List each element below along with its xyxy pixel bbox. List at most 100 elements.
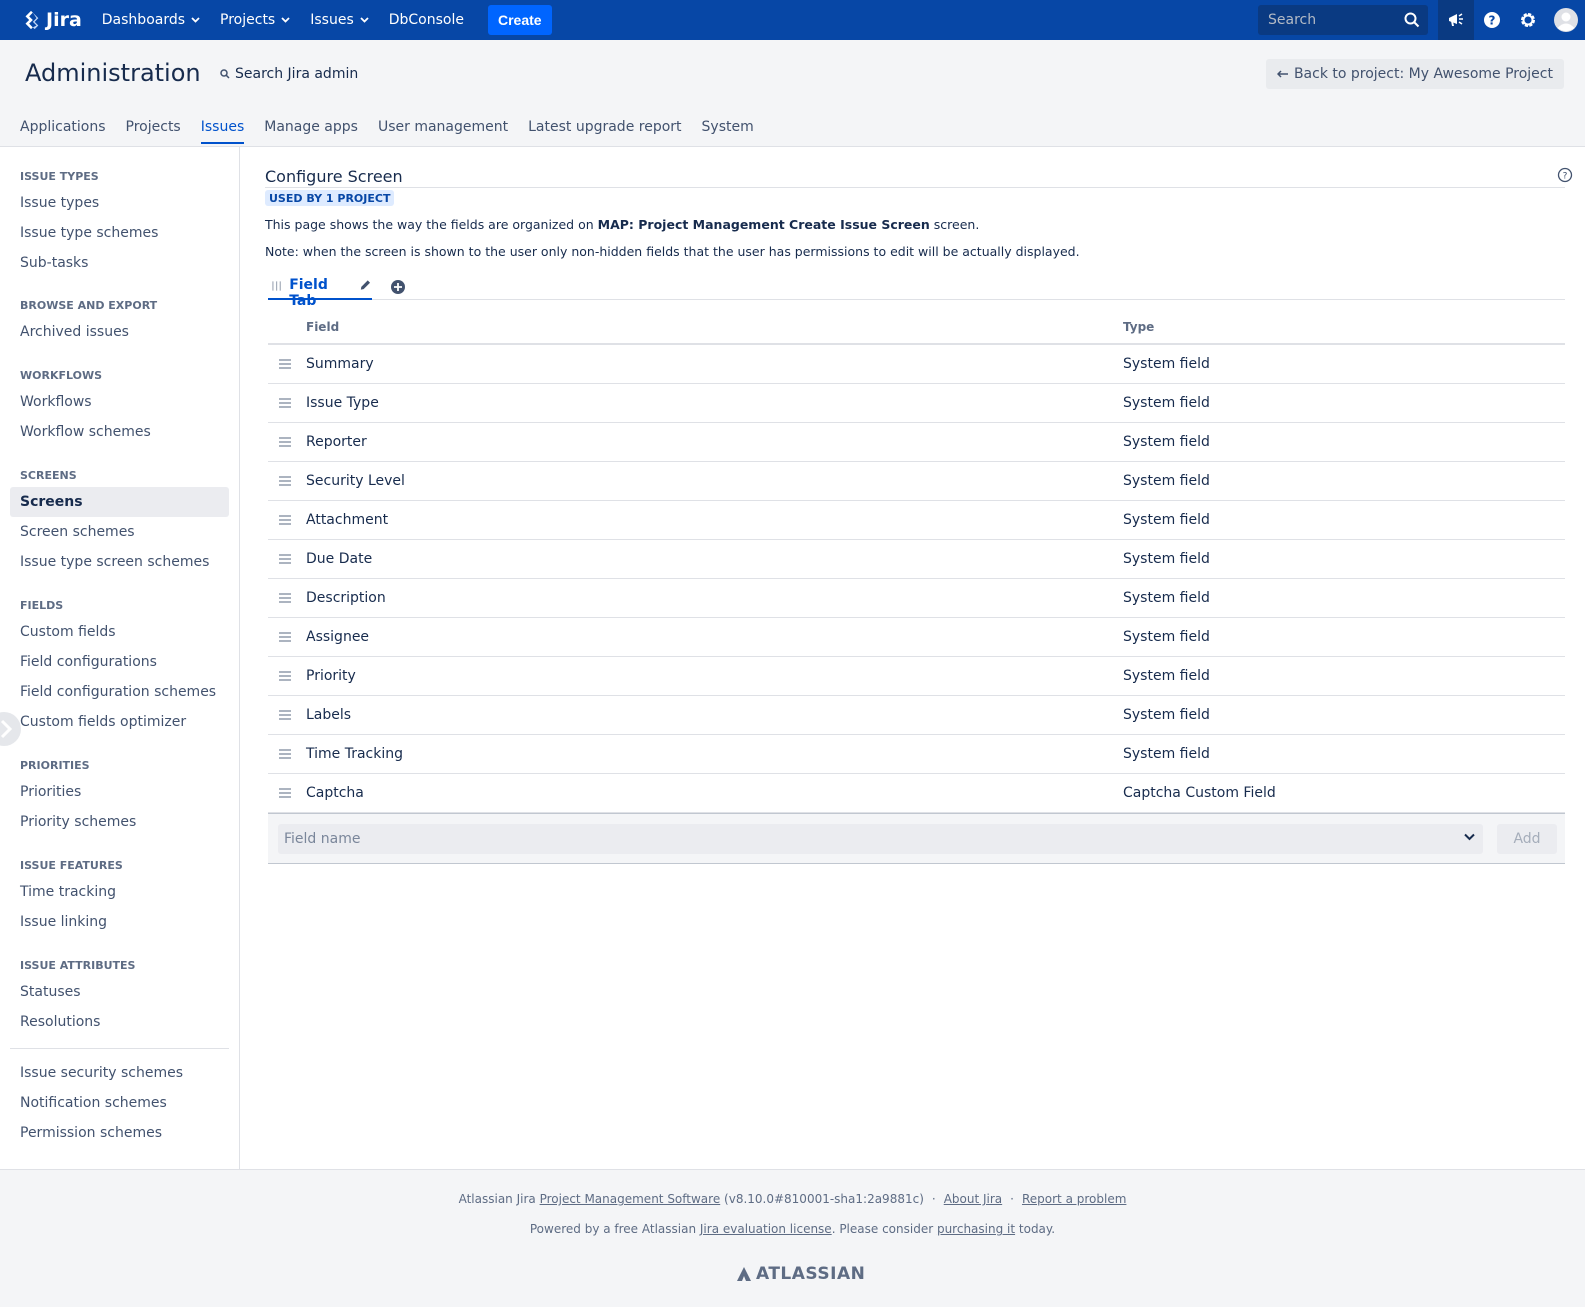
arrow-left-icon	[1276, 70, 1288, 78]
chevron-down-icon	[1464, 833, 1475, 841]
field-name-select[interactable]: Field name	[278, 824, 1483, 854]
drag-handle-icon[interactable]	[279, 476, 291, 486]
table-row[interactable]: Security Level System field	[268, 462, 1565, 501]
sidebar-item-priorities[interactable]: Priorities	[10, 777, 229, 807]
purchasing-link[interactable]: purchasing it	[937, 1222, 1015, 1236]
main-content: Configure Screen ? USED BY 1 PROJECT Thi…	[240, 147, 1585, 1169]
global-search-input[interactable]	[1268, 12, 1388, 28]
footer-line-1: Atlassian Jira Project Management Softwa…	[0, 1192, 1585, 1206]
nav-dashboards-label: Dashboards	[101, 12, 186, 28]
help-button[interactable]: ?	[1474, 0, 1510, 40]
table-row[interactable]: Reporter System field	[268, 423, 1565, 462]
tab-projects[interactable]: Projects	[126, 119, 181, 144]
tab-latest-upgrade-report[interactable]: Latest upgrade report	[528, 119, 681, 144]
nav-issues[interactable]: Issues	[310, 12, 369, 28]
evaluation-license-link[interactable]: Jira evaluation license	[700, 1222, 832, 1236]
sidebar-item-issue-types[interactable]: Issue types	[10, 188, 229, 218]
chevron-down-icon	[360, 17, 369, 23]
fields-table: Field Type Summary System field Issue Type…	[268, 309, 1565, 864]
sidebar-item-issue-type-screen-schemes[interactable]: Issue type screen schemes	[10, 547, 229, 577]
sidebar-item-time-tracking[interactable]: Time tracking	[10, 877, 229, 907]
sidebar-item-permission-schemes[interactable]: Permission schemes	[10, 1118, 229, 1148]
tab-applications[interactable]: Applications	[20, 119, 106, 144]
back-to-project-button[interactable]: Back to project: My Awesome Project	[1265, 59, 1564, 89]
sidebar-item-workflows[interactable]: Workflows	[10, 387, 229, 417]
drag-handle-icon[interactable]	[279, 554, 291, 564]
about-jira-link[interactable]: About Jira	[944, 1192, 1002, 1206]
drag-handle-icon[interactable]	[279, 398, 291, 408]
sidebar-item-sub-tasks[interactable]: Sub-tasks	[10, 248, 229, 278]
tab-user-management[interactable]: User management	[378, 119, 508, 144]
expand-sidebar-handle[interactable]	[0, 711, 22, 747]
sidebar-item-resolutions[interactable]: Resolutions	[10, 1007, 229, 1037]
settings-button[interactable]	[1510, 0, 1546, 40]
drag-handle-icon[interactable]	[279, 515, 291, 525]
sidebar-item-custom-fields[interactable]: Custom fields	[10, 617, 229, 647]
sidebar-item-notification-schemes[interactable]: Notification schemes	[10, 1088, 229, 1118]
sidebar-item-issue-security-schemes[interactable]: Issue security schemes	[10, 1058, 229, 1088]
question-circle-icon: ?	[1557, 167, 1573, 183]
atlassian-logo[interactable]: ATLASSIAN	[736, 1264, 865, 1284]
drag-handle-icon[interactable]	[272, 280, 281, 292]
field-name: Summary	[306, 356, 374, 372]
sidebar-item-archived-issues[interactable]: Archived issues	[10, 317, 229, 347]
admin-search-label: Search Jira admin	[235, 66, 359, 82]
pms-link[interactable]: Project Management Software	[540, 1192, 721, 1206]
add-field-button[interactable]: Add	[1497, 824, 1557, 854]
table-row[interactable]: Attachment System field	[268, 501, 1565, 540]
global-search[interactable]	[1258, 5, 1428, 35]
help-icon: ?	[1484, 12, 1500, 28]
field-type: System field	[1123, 707, 1210, 723]
add-tab-button[interactable]	[390, 279, 406, 299]
tab-manage-apps[interactable]: Manage apps	[264, 119, 358, 144]
sidebar-item-statuses[interactable]: Statuses	[10, 977, 229, 1007]
sidebar-item-screen-schemes[interactable]: Screen schemes	[10, 517, 229, 547]
nav-dashboards[interactable]: Dashboards	[102, 12, 200, 28]
sidebar-item-issue-linking[interactable]: Issue linking	[10, 907, 229, 937]
nav-projects[interactable]: Projects	[220, 12, 290, 28]
tab-system[interactable]: System	[702, 119, 754, 144]
sidebar-heading: SCREENS	[20, 469, 77, 482]
sidebar-item-workflow-schemes[interactable]: Workflow schemes	[10, 417, 229, 447]
report-problem-link[interactable]: Report a problem	[1022, 1192, 1126, 1206]
field-tab[interactable]: Field Tab	[268, 274, 372, 309]
nav-dbconsole[interactable]: DbConsole	[389, 12, 464, 28]
table-row[interactable]: Description System field	[268, 579, 1565, 618]
plus-circle-icon	[391, 280, 405, 294]
drag-handle-icon[interactable]	[279, 593, 291, 603]
drag-handle-icon[interactable]	[279, 359, 291, 369]
drag-handle-icon[interactable]	[279, 437, 291, 447]
table-row[interactable]: Assignee System field	[268, 618, 1565, 657]
sidebar-item-screens[interactable]: Screens	[10, 487, 229, 517]
table-row[interactable]: Due Date System field	[268, 540, 1565, 579]
table-row[interactable]: Time Tracking System field	[268, 735, 1565, 774]
admin-tabs: Applications Projects Issues Manage apps…	[20, 119, 774, 144]
drag-handle-icon[interactable]	[279, 710, 291, 720]
table-row[interactable]: Captcha Captcha Custom Field	[268, 774, 1565, 813]
sidebar-item-field-configuration-schemes[interactable]: Field configuration schemes	[10, 677, 229, 707]
table-row[interactable]: Labels System field	[268, 696, 1565, 735]
admin-search-link[interactable]: Search Jira admin	[220, 66, 358, 82]
drag-handle-icon[interactable]	[279, 671, 291, 681]
drag-handle-icon[interactable]	[279, 632, 291, 642]
sidebar-item-issue-type-schemes[interactable]: Issue type schemes	[10, 218, 229, 248]
sidebar-heading: BROWSE AND EXPORT	[20, 299, 158, 312]
sidebar-divider	[10, 1048, 229, 1049]
sidebar-item-custom-fields-optimizer[interactable]: Custom fields optimizer	[10, 707, 229, 737]
tab-issues[interactable]: Issues	[200, 119, 245, 144]
create-button[interactable]: Create	[487, 5, 552, 35]
help-link[interactable]: ?	[1557, 167, 1573, 187]
used-by-lozenge[interactable]: USED BY 1 PROJECT	[265, 190, 395, 206]
table-row[interactable]: Summary System field	[268, 345, 1565, 384]
table-row[interactable]: Issue Type System field	[268, 384, 1565, 423]
pencil-icon[interactable]	[359, 278, 372, 292]
drag-handle-icon[interactable]	[279, 788, 291, 798]
whats-new-button[interactable]	[1438, 0, 1474, 40]
sidebar-item-priority-schemes[interactable]: Priority schemes	[10, 807, 229, 837]
profile-button[interactable]	[1548, 0, 1584, 40]
jira-logo[interactable]: Jira	[20, 9, 82, 31]
chevron-right-icon	[0, 712, 21, 746]
table-row[interactable]: Priority System field	[268, 657, 1565, 696]
drag-handle-icon[interactable]	[279, 749, 291, 759]
sidebar-item-field-configurations[interactable]: Field configurations	[10, 647, 229, 677]
